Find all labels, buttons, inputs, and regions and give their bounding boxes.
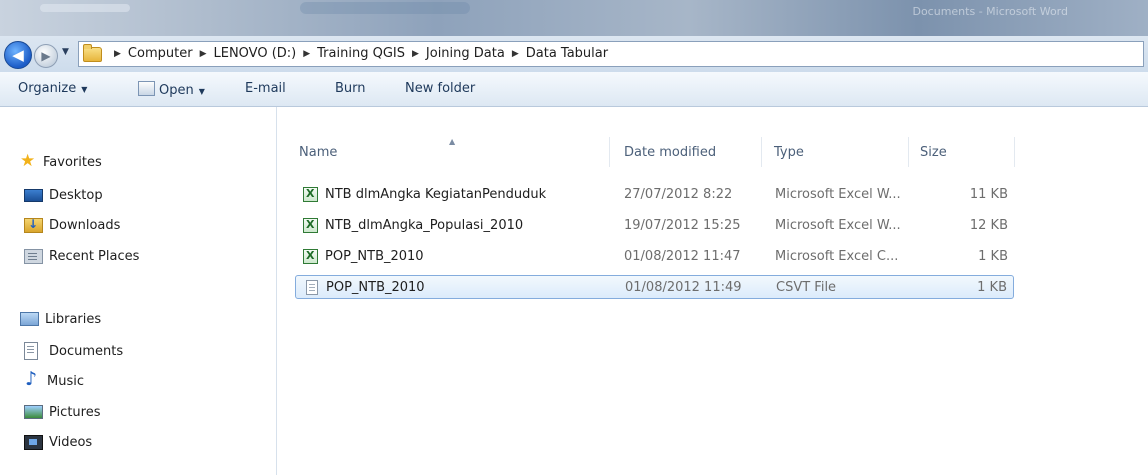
column-header-date-modified[interactable]: Date modified xyxy=(624,145,716,160)
favorites-star-icon xyxy=(20,151,37,171)
column-header-size[interactable]: Size xyxy=(920,145,947,160)
nav-item-label: Videos xyxy=(49,434,93,450)
column-header-type[interactable]: Type xyxy=(774,145,804,160)
nav-item-documents[interactable]: Documents xyxy=(24,340,123,362)
email-button[interactable]: E-mail xyxy=(245,81,286,96)
downloads-icon xyxy=(24,217,43,233)
nav-item-pictures[interactable]: Pictures xyxy=(24,401,100,423)
column-divider[interactable] xyxy=(609,137,610,167)
file-list: ▲ Name Date modified Type Size NTB dlmAn… xyxy=(277,107,1148,475)
back-button[interactable]: ◀ xyxy=(4,41,32,69)
file-size: 11 KB xyxy=(969,187,1008,202)
folder-icon xyxy=(83,44,102,62)
file-size: 1 KB xyxy=(977,280,1007,295)
back-arrow-icon: ◀ xyxy=(12,46,24,64)
title-bar: Documents - Microsoft Word xyxy=(0,0,1148,36)
file-row-selected[interactable]: POP_NTB_2010 01/08/2012 11:49 CSVT File … xyxy=(295,275,1014,299)
file-name: POP_NTB_2010 xyxy=(325,249,424,264)
music-icon xyxy=(24,368,41,390)
excel-icon xyxy=(303,218,318,233)
organize-label: Organize xyxy=(18,81,77,96)
file-icon xyxy=(306,280,318,295)
open-label: Open xyxy=(159,83,194,98)
column-header-name[interactable]: Name xyxy=(299,145,337,160)
nav-favorites[interactable]: Favorites xyxy=(20,151,102,173)
breadcrumb-separator-icon[interactable]: ▶ xyxy=(303,49,310,59)
title-bar-glass-highlight xyxy=(40,4,130,12)
desktop-icon xyxy=(24,189,43,202)
sort-ascending-icon: ▲ xyxy=(449,137,456,146)
file-date-modified: 01/08/2012 11:49 xyxy=(625,280,742,295)
burn-button[interactable]: Burn xyxy=(335,81,366,96)
libraries-icon xyxy=(20,312,39,326)
address-row: ◀ ▶ ▼ ▶ Computer ▶ LENOVO (D:) ▶ Trainin… xyxy=(0,36,1148,72)
nav-item-recent-places[interactable]: Recent Places xyxy=(24,245,139,267)
nav-libraries[interactable]: Libraries xyxy=(20,308,101,330)
column-divider[interactable] xyxy=(908,137,909,167)
forward-arrow-icon: ▶ xyxy=(41,49,51,63)
file-size: 12 KB xyxy=(969,218,1008,233)
file-size: 1 KB xyxy=(978,249,1008,264)
breadcrumb-separator-icon[interactable]: ▶ xyxy=(114,49,121,59)
file-date-modified: 19/07/2012 15:25 xyxy=(624,218,741,233)
file-type: Microsoft Excel C... xyxy=(775,249,899,264)
breadcrumb: ▶ Computer ▶ LENOVO (D:) ▶ Training QGIS… xyxy=(107,46,608,61)
file-date-modified: 01/08/2012 11:47 xyxy=(624,249,741,264)
nav-item-label: Documents xyxy=(49,343,124,359)
command-toolbar: Organize ▼ Open ▼ E-mail Burn New folder xyxy=(0,72,1148,107)
breadcrumb-separator-icon[interactable]: ▶ xyxy=(200,49,207,59)
excel-icon xyxy=(303,249,318,264)
file-name: NTB dlmAngka KegiatanPenduduk xyxy=(325,187,547,202)
recent-pages-dropdown[interactable]: ▼ xyxy=(62,47,69,57)
file-name: NTB_dlmAngka_Populasi_2010 xyxy=(325,218,524,233)
nav-item-desktop[interactable]: Desktop xyxy=(24,184,103,206)
nav-item-label: Pictures xyxy=(49,404,101,420)
chevron-down-icon: ▼ xyxy=(62,47,69,57)
title-bar-glass xyxy=(300,2,470,14)
file-type: CSVT File xyxy=(776,280,837,295)
navigation-pane: Favorites Desktop Downloads Recent Place… xyxy=(0,107,277,475)
chevron-down-icon: ▼ xyxy=(198,87,205,96)
videos-icon xyxy=(24,434,43,450)
open-icon xyxy=(138,81,155,96)
nav-item-videos[interactable]: Videos xyxy=(24,431,92,453)
column-divider[interactable] xyxy=(761,137,762,167)
new-folder-button[interactable]: New folder xyxy=(405,81,475,96)
file-row[interactable]: POP_NTB_2010 01/08/2012 11:47 Microsoft … xyxy=(295,245,1014,269)
open-button[interactable]: Open ▼ xyxy=(138,81,205,98)
file-type: Microsoft Excel W... xyxy=(775,218,901,233)
nav-favorites-label: Favorites xyxy=(43,154,102,170)
nav-item-label: Desktop xyxy=(49,187,103,203)
nav-libraries-label: Libraries xyxy=(45,311,102,327)
pictures-icon xyxy=(24,405,43,419)
breadcrumb-separator-icon[interactable]: ▶ xyxy=(412,49,419,59)
nav-item-label: Music xyxy=(47,373,84,389)
nav-item-music[interactable]: Music xyxy=(24,368,84,392)
breadcrumb-joining-data[interactable]: Joining Data xyxy=(426,46,505,61)
file-date-modified: 27/07/2012 8:22 xyxy=(624,187,733,202)
breadcrumb-drive[interactable]: LENOVO (D:) xyxy=(213,46,296,61)
nav-item-label: Downloads xyxy=(49,217,121,233)
chevron-down-icon: ▼ xyxy=(81,85,88,94)
breadcrumb-data-tabular[interactable]: Data Tabular xyxy=(526,46,608,61)
documents-icon xyxy=(24,342,38,360)
window-title: Documents - Microsoft Word xyxy=(912,5,1068,18)
organize-button[interactable]: Organize ▼ xyxy=(18,81,87,96)
file-type: Microsoft Excel W... xyxy=(775,187,901,202)
nav-item-downloads[interactable]: Downloads xyxy=(24,214,120,236)
file-name: POP_NTB_2010 xyxy=(326,280,425,295)
address-bar[interactable]: ▶ Computer ▶ LENOVO (D:) ▶ Training QGIS… xyxy=(78,41,1144,67)
column-divider[interactable] xyxy=(1014,137,1015,167)
breadcrumb-separator-icon[interactable]: ▶ xyxy=(512,49,519,59)
nav-item-label: Recent Places xyxy=(49,248,140,264)
breadcrumb-computer[interactable]: Computer xyxy=(128,46,193,61)
file-row[interactable]: NTB_dlmAngka_Populasi_2010 19/07/2012 15… xyxy=(295,214,1014,238)
recent-places-icon xyxy=(24,248,43,264)
file-row[interactable]: NTB dlmAngka KegiatanPenduduk 27/07/2012… xyxy=(295,183,1014,207)
excel-icon xyxy=(303,187,318,202)
breadcrumb-training-qgis[interactable]: Training QGIS xyxy=(317,46,405,61)
forward-button[interactable]: ▶ xyxy=(34,44,58,68)
